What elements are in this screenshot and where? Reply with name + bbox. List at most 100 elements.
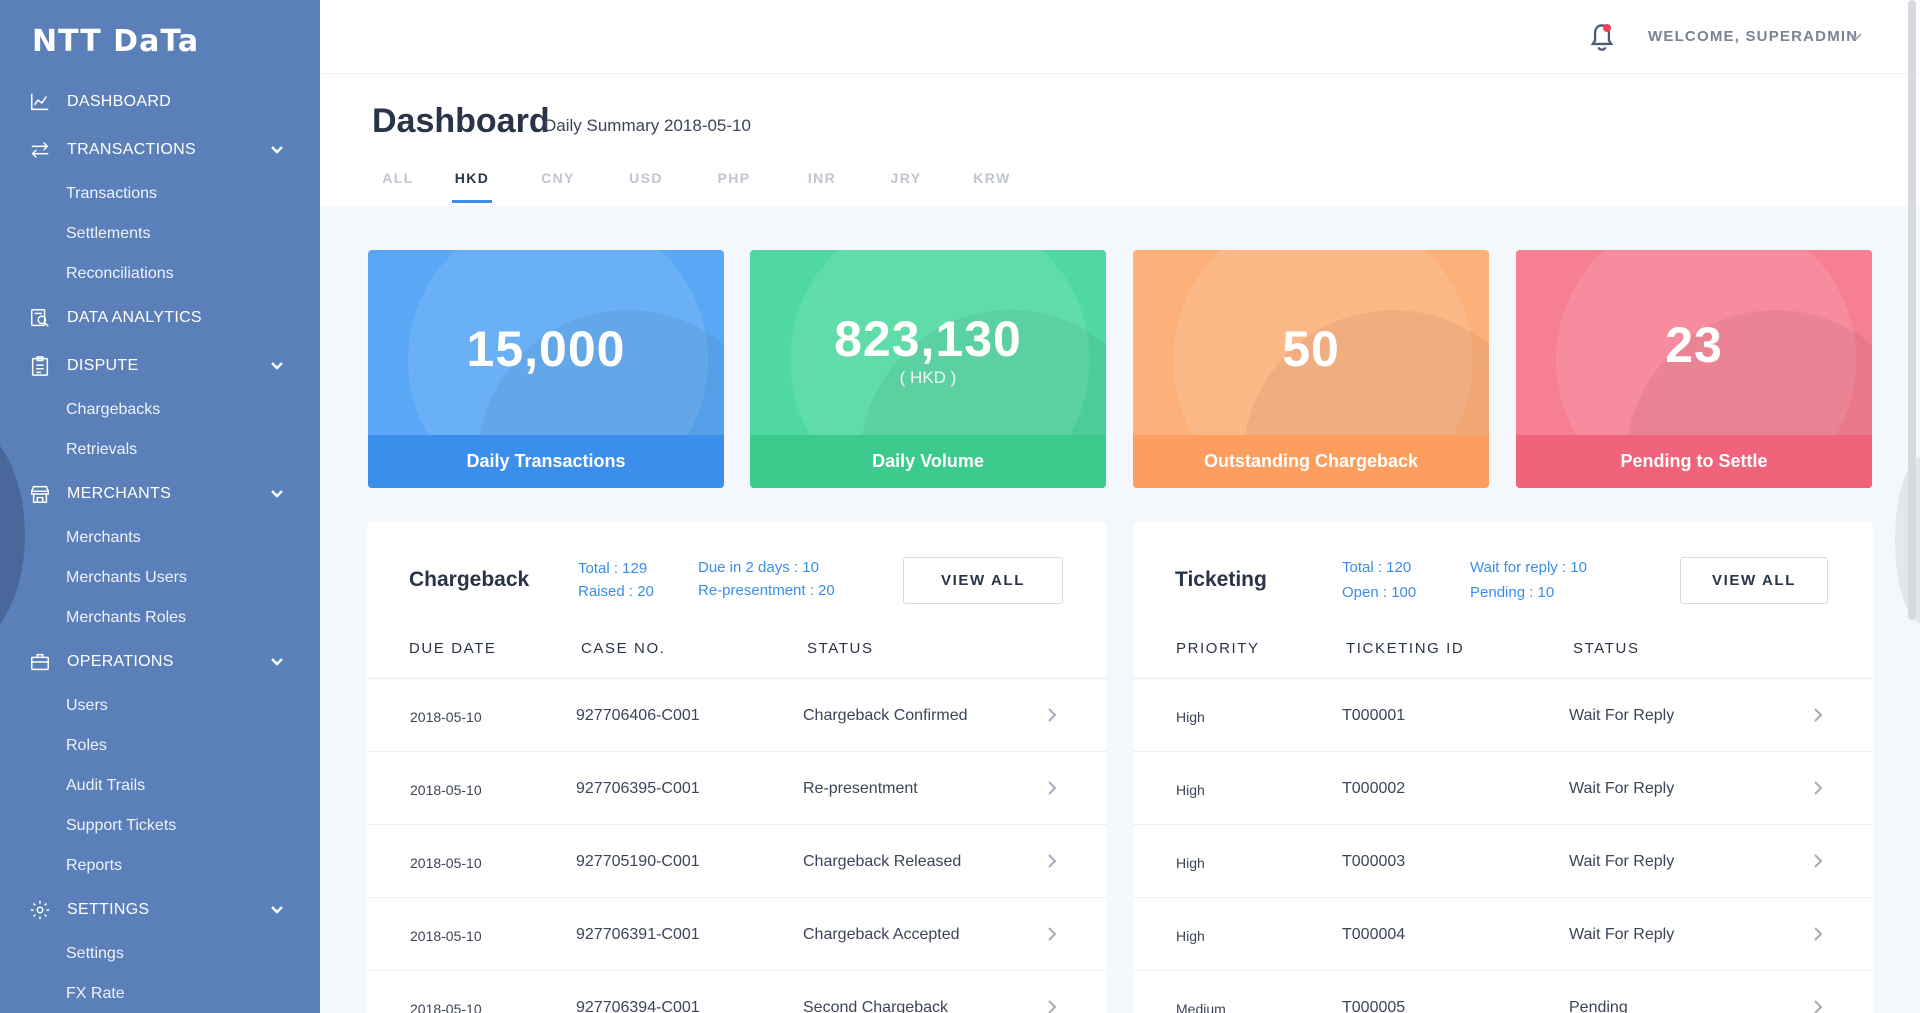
page-scrollbar[interactable] [1908,0,1916,620]
chevron-right-icon[interactable] [1043,706,1061,724]
sidebar-section-label: DISPUTE [67,357,139,374]
table-row[interactable]: High T000001 Wait For Reply [1133,679,1873,752]
chevron-right-icon[interactable] [1043,779,1061,797]
table-cell: 2018-05-10 [410,928,482,944]
sidebar-item-merchants[interactable]: Merchants [0,518,320,558]
table-cell: T000005 [1342,999,1406,1013]
stat-card-outstanding-chargeback[interactable]: 50 Outstanding Chargeback [1133,250,1489,488]
table-row[interactable]: High T000003 Wait For Reply [1133,825,1873,898]
ticketing-pending: Pending : 10 [1470,584,1555,601]
card-label: Pending to Settle [1516,435,1872,488]
sidebar-section-data-analytics[interactable]: DATA ANALYTICS [0,294,320,342]
sidebar-item-retrievals[interactable]: Retrievals [0,430,320,470]
table-cell: Chargeback Confirmed [803,707,968,724]
card-label: Outstanding Chargeback [1133,435,1489,488]
sidebar-section-merchants[interactable]: MERCHANTS [0,470,320,518]
chargeback-representment: Re-presentment : 20 [698,582,835,599]
sidebar-item-support-tickets[interactable]: Support Tickets [0,806,320,846]
chevron-down-icon[interactable] [268,484,286,502]
table-cell: 927706395-C001 [576,780,700,797]
table-row[interactable]: 2018-05-10 927706394-C001 Second Chargebac… [367,971,1107,1013]
table-row[interactable]: Medium T000005 Pending [1133,971,1873,1013]
table-cell: Wait For Reply [1569,853,1675,870]
tab-all[interactable]: ALL [378,170,418,203]
chevron-right-icon[interactable] [1043,998,1061,1013]
tab-php[interactable]: PHP [714,170,754,203]
sidebar-section-settings[interactable]: SETTINGS [0,886,320,934]
chevron-down-icon[interactable] [1848,28,1864,44]
sidebar-item-reports[interactable]: Reports [0,846,320,886]
ticketing-open: Open : 100 [1342,584,1417,601]
chevron-right-icon[interactable] [1043,852,1061,870]
sidebar-item-chargebacks[interactable]: Chargebacks [0,390,320,430]
chevron-right-icon[interactable] [1809,779,1827,797]
table-row[interactable]: 2018-05-10 927706395-C001 Re-presentment [367,752,1107,825]
table-cell: T000004 [1342,926,1406,943]
chargeback-panel: Chargeback Total : 129 Raised : 20 Due i… [367,522,1107,1013]
table-cell: Second Chargeback [803,999,948,1013]
table-cell: Medium [1176,1001,1226,1013]
sidebar-item-transactions[interactable]: Transactions [0,174,320,214]
chevron-down-icon[interactable] [268,900,286,918]
table-row[interactable]: 2018-05-10 927705190-C001 Chargeback Relea… [367,825,1107,898]
stat-card-daily-transactions[interactable]: 15,000 Daily Transactions [368,250,724,488]
chevron-down-icon[interactable] [268,356,286,374]
col-status: STATUS [807,640,874,657]
card-value: 823,130 [834,311,1022,367]
gear-icon [29,899,51,921]
sidebar-item-fx-rate[interactable]: FX Rate [0,974,320,1013]
table-row[interactable]: High T000002 Wait For Reply [1133,752,1873,825]
sidebar-item-merchants-roles[interactable]: Merchants Roles [0,598,320,638]
page-header: Dashboard Daily Summary 2018-05-10 ALL HK… [320,74,1920,206]
welcome-user-menu[interactable]: WELCOME, SUPERADMIN [1648,28,1858,45]
sidebar-item-roles[interactable]: Roles [0,726,320,766]
chargeback-view-all-button[interactable]: VIEW ALL [903,557,1063,604]
sidebar-item-merchants-users[interactable]: Merchants Users [0,558,320,598]
transfer-arrows-icon [29,139,51,161]
ticketing-view-all-button[interactable]: VIEW ALL [1680,557,1828,604]
card-value: 50 [1282,321,1340,377]
table-cell: T000001 [1342,707,1406,724]
chevron-down-icon[interactable] [268,140,286,158]
ticketing-wait-reply: Wait for reply : 10 [1470,559,1587,576]
table-row[interactable]: 2018-05-10 927706406-C001 Chargeback Confi… [367,679,1107,752]
tab-jry[interactable]: JRY [886,170,926,203]
chevron-right-icon[interactable] [1809,998,1827,1013]
table-cell: Chargeback Accepted [803,926,960,943]
table-cell: 927706406-C001 [576,707,700,724]
sidebar-section-dashboard[interactable]: DASHBOARD [0,78,320,126]
tab-cny[interactable]: CNY [538,170,578,203]
stat-card-daily-volume[interactable]: 823,130( HKD ) Daily Volume [750,250,1106,488]
chargeback-total: Total : 129 [578,560,648,577]
card-unit: ( HKD ) [899,368,957,387]
tab-krw[interactable]: KRW [972,170,1012,203]
chargeback-due: Due in 2 days : 10 [698,559,819,576]
sidebar-item-users[interactable]: Users [0,686,320,726]
table-cell: 927706391-C001 [576,926,700,943]
sidebar-section-dispute[interactable]: DISPUTE [0,342,320,390]
tab-usd[interactable]: USD [626,170,666,203]
chevron-right-icon[interactable] [1809,925,1827,943]
sidebar-item-settlements[interactable]: Settlements [0,214,320,254]
sidebar-item-reconciliations[interactable]: Reconciliations [0,254,320,294]
table-cell: 2018-05-10 [410,855,482,871]
sidebar-item-settings[interactable]: Settings [0,934,320,974]
stat-card-pending-to-settle[interactable]: 23 Pending to Settle [1516,250,1872,488]
ntt-data-logo[interactable]: NTT DaTa [32,24,199,59]
col-priority: PRIORITY [1176,640,1260,657]
line-chart-icon [29,91,51,113]
tab-inr[interactable]: INR [802,170,842,203]
chevron-right-icon[interactable] [1043,925,1061,943]
chevron-down-icon[interactable] [268,652,286,670]
sidebar-section-transactions[interactable]: TRANSACTIONS [0,126,320,174]
sidebar-item-audit-trails[interactable]: Audit Trails [0,766,320,806]
chevron-right-icon[interactable] [1809,852,1827,870]
chevron-right-icon[interactable] [1809,706,1827,724]
table-cell: 2018-05-10 [410,1001,482,1013]
notification-bell-icon[interactable] [1588,22,1616,52]
table-row[interactable]: High T000004 Wait For Reply [1133,898,1873,971]
table-row[interactable]: 2018-05-10 927706391-C001 Chargeback Accep… [367,898,1107,971]
page-subtitle: Daily Summary 2018-05-10 [544,116,751,135]
tab-hkd[interactable]: HKD [452,170,492,203]
sidebar-section-operations[interactable]: OPERATIONS [0,638,320,686]
